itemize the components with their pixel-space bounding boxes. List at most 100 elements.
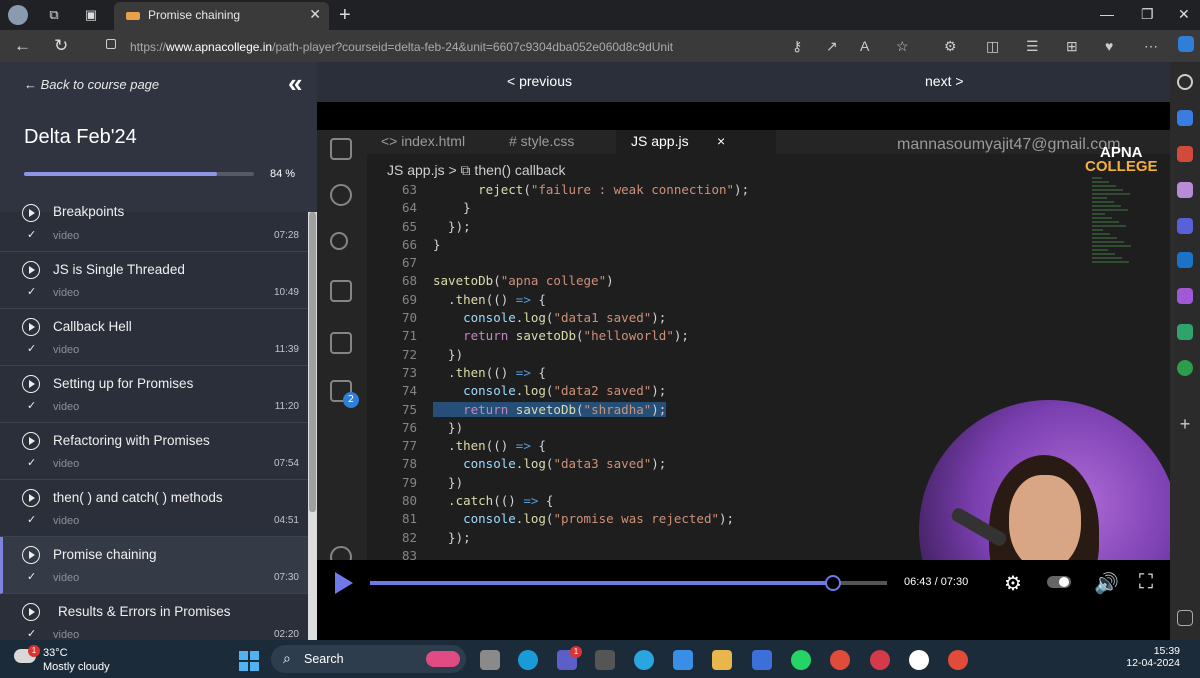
search-icon: ⌕	[283, 650, 291, 666]
app-icon[interactable]	[870, 650, 890, 670]
lesson-item[interactable]: Breakpoints ✓ video 07:28	[0, 204, 308, 252]
designer-icon[interactable]	[1177, 288, 1193, 304]
back-to-course-link[interactable]: ← Back to course page	[24, 77, 159, 92]
add-icon[interactable]: +	[1177, 415, 1193, 433]
collections-icon[interactable]: ⊞	[1066, 38, 1078, 55]
code-line: 70 console.log("data1 saved");	[377, 309, 749, 327]
back-arrow-icon[interactable]: ←	[14, 36, 31, 56]
lesson-title: then( ) and catch( ) methods	[53, 490, 223, 505]
code-line: 73 .then(() => {	[377, 364, 749, 382]
telegram-icon[interactable]	[634, 650, 654, 670]
more-menu-icon[interactable]: ⋯	[1144, 38, 1158, 55]
autoplay-toggle[interactable]	[1047, 576, 1071, 588]
seek-handle[interactable]	[824, 575, 841, 591]
fullscreen-icon[interactable]: ⛶	[1139, 571, 1153, 594]
start-button[interactable]	[239, 651, 259, 671]
sidebar-toggle-icon[interactable]	[1177, 610, 1193, 626]
tab-actions-icon[interactable]: ▣	[83, 7, 99, 23]
completed-check-icon: ✓	[27, 514, 37, 526]
lesson-item[interactable]: then( ) and catch( ) methods ✓ video 04:…	[0, 480, 308, 537]
profile-avatar[interactable]	[8, 5, 28, 25]
search-label: Search	[304, 652, 344, 666]
favorites-icon[interactable]: ☰	[1026, 38, 1039, 55]
webcam-face	[1009, 475, 1081, 560]
tools-icon[interactable]	[1177, 146, 1193, 162]
chrome-icon[interactable]	[830, 650, 850, 670]
tab-index-html: <> index.html	[381, 133, 466, 149]
send-icon[interactable]	[1177, 324, 1193, 340]
task-view-icon[interactable]	[480, 650, 500, 670]
close-window-button[interactable]: ✕	[1178, 6, 1190, 23]
completed-check-icon: ✓	[27, 628, 37, 640]
minimize-button[interactable]: —	[1100, 6, 1114, 22]
lesson-item-active[interactable]: Promise chaining ✓ video 07:30	[0, 537, 308, 594]
performance-icon[interactable]: ♥	[1105, 38, 1113, 54]
tag-icon[interactable]	[1177, 110, 1193, 126]
app-icon[interactable]	[595, 650, 615, 670]
completed-check-icon: ✓	[27, 457, 37, 469]
chrome-icon[interactable]	[948, 650, 968, 670]
lesson-item[interactable]: JS is Single Threaded ✓ video 10:49	[0, 252, 308, 309]
volume-icon[interactable]: 🔊	[1094, 571, 1119, 596]
search-icon[interactable]	[1177, 74, 1193, 90]
browser-tab[interactable]: Promise chaining ✕	[114, 2, 329, 30]
office-icon[interactable]	[1177, 218, 1193, 234]
line-number: 69	[401, 291, 417, 307]
maximize-button[interactable]: ❐	[1141, 6, 1154, 23]
code-line: 64 }	[377, 199, 749, 217]
previous-lesson-button[interactable]: < previous	[507, 73, 572, 89]
line-number: 68	[401, 273, 417, 289]
split-screen-icon[interactable]: ◫	[986, 38, 999, 55]
system-clock[interactable]: 15:39 12-04-2024	[1124, 645, 1180, 669]
workspaces-icon[interactable]: ⧉	[46, 7, 62, 23]
copilot-icon[interactable]	[1178, 36, 1194, 52]
edge-icon[interactable]	[518, 650, 538, 670]
minimap-line	[1092, 201, 1114, 203]
extensions-icon[interactable]: ⚙	[944, 38, 957, 55]
whatsapp-icon[interactable]	[791, 650, 811, 670]
sidebar-header: ← Back to course page « Delta Feb'24 84 …	[0, 62, 317, 212]
lesson-type: video	[53, 515, 80, 527]
code-text: })	[433, 346, 464, 362]
new-tab-button[interactable]: +	[339, 4, 351, 27]
minimap-line	[1092, 221, 1119, 223]
play-button[interactable]	[335, 572, 353, 594]
taskbar-search[interactable]: ⌕ Search	[271, 645, 466, 673]
code-line: 79 })	[377, 474, 749, 492]
outlook-icon[interactable]	[1177, 252, 1193, 268]
app-icon[interactable]	[752, 650, 772, 670]
refresh-icon[interactable]: ↻	[54, 36, 68, 56]
course-progress-label: 84 %	[270, 168, 296, 180]
lesson-item[interactable]: Refactoring with Promises ✓ video 07:54	[0, 423, 308, 480]
tab-close-icon[interactable]: ✕	[309, 6, 321, 23]
play-circle-icon	[22, 489, 40, 507]
instructor-webcam	[919, 400, 1170, 560]
minimap-line	[1092, 205, 1121, 207]
settings-gear-icon[interactable]: ⚙	[1004, 571, 1022, 596]
minimap-line	[1092, 237, 1117, 239]
tree-icon[interactable]	[1177, 360, 1193, 376]
games-icon[interactable]	[1177, 182, 1193, 198]
scrollbar-thumb[interactable]	[309, 212, 316, 512]
url-field[interactable]: https://www.apnacollege.in/path-player?c…	[92, 33, 712, 59]
seek-bar[interactable]	[370, 575, 887, 591]
github-icon[interactable]	[909, 650, 929, 670]
code-line: 72 })	[377, 346, 749, 364]
video-frame[interactable]: 2 <> index.html # style.css JS app.js × …	[317, 130, 1170, 560]
lesson-type: video	[53, 287, 80, 299]
lesson-item[interactable]: Setting up for Promises ✓ video 11:20	[0, 366, 308, 423]
sidebar-scrollbar[interactable]	[308, 212, 317, 640]
file-explorer-icon[interactable]	[712, 650, 732, 670]
read-aloud-icon[interactable]: A	[860, 38, 869, 54]
windows-taskbar: 1 33°C Mostly cloudy ⌕ Search 1 15:39 12…	[0, 640, 1200, 678]
open-in-app-icon[interactable]: ↗	[826, 38, 838, 55]
address-toolbar: ← ↻ https://www.apnacollege.in/path-play…	[0, 30, 1200, 62]
key-icon[interactable]: ⚷	[792, 38, 802, 55]
line-number: 70	[401, 310, 417, 326]
collapse-sidebar-icon[interactable]: «	[288, 68, 302, 99]
favorite-star-icon[interactable]: ☆	[896, 38, 909, 55]
store-icon[interactable]	[673, 650, 693, 670]
lesson-item[interactable]: Results & Errors in Promises ✓ video 02:…	[0, 594, 308, 640]
next-lesson-button[interactable]: next >	[925, 73, 964, 89]
lesson-item[interactable]: Callback Hell ✓ video 11:39	[0, 309, 308, 366]
